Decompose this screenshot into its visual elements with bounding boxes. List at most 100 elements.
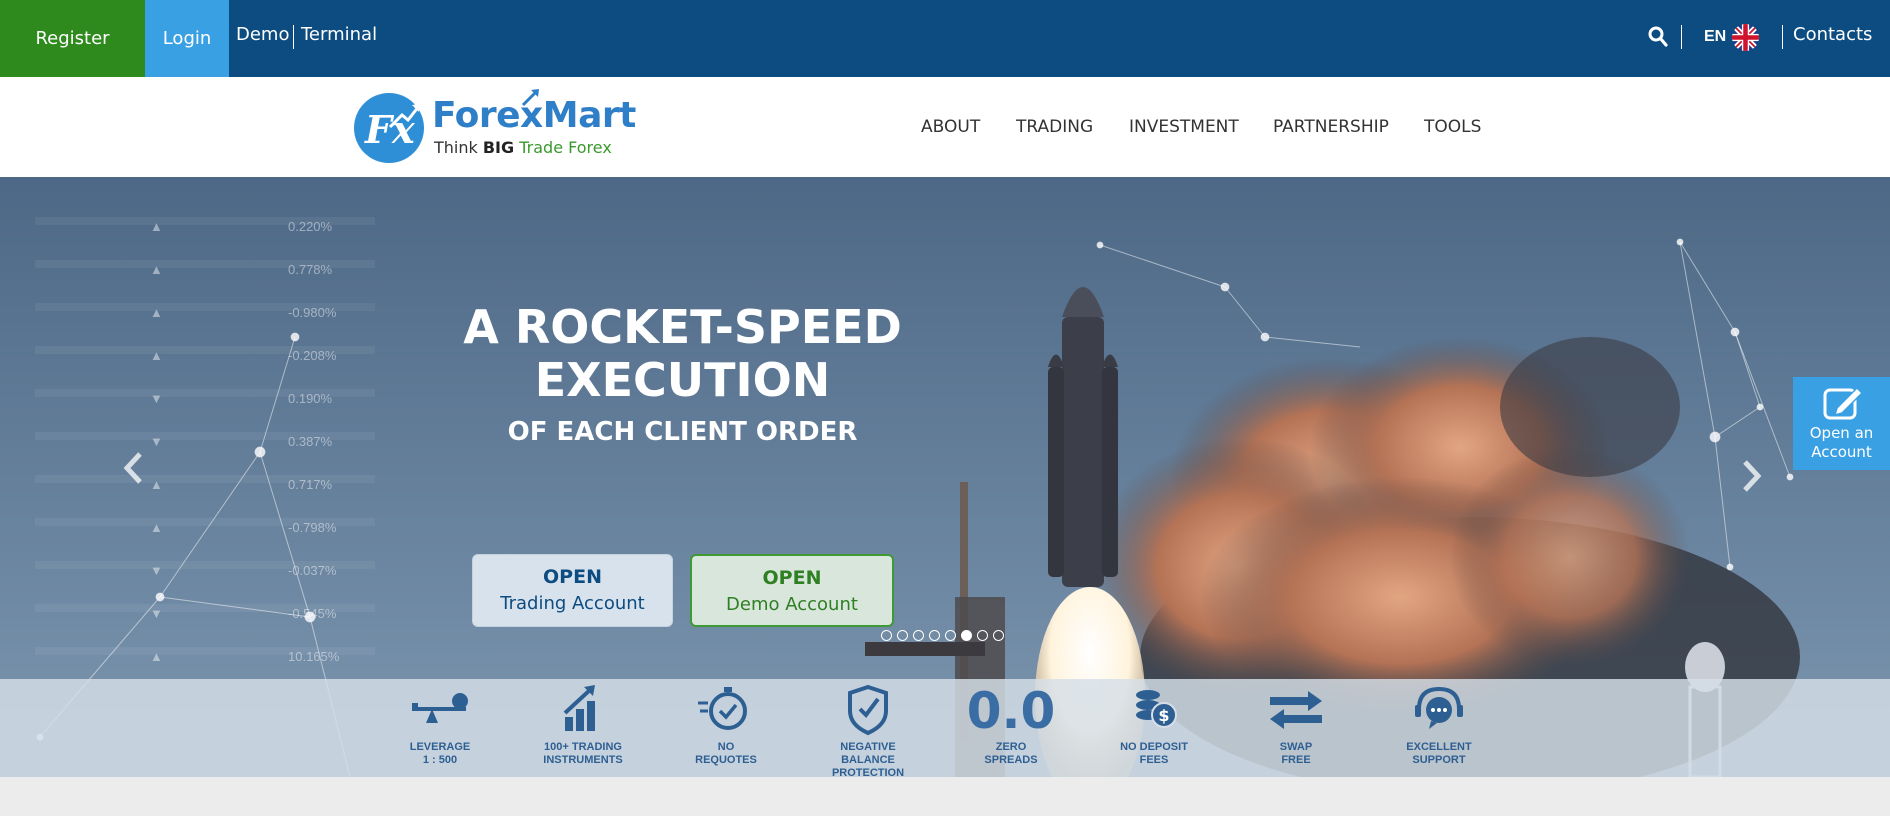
slider-dot[interactable] <box>993 630 1004 641</box>
arrow-up-icon: ▲ <box>150 477 163 492</box>
arrow-up-icon: ▲ <box>150 649 163 664</box>
feature-deposit-fees-line2: FEES <box>1139 754 1169 766</box>
open-account-sidetab[interactable]: Open an Account <box>1793 377 1890 470</box>
page-below-fold <box>0 777 1890 816</box>
feature-negative-balance-line1: NEGATIVE BALANCE <box>840 741 896 766</box>
chevron-right-icon[interactable] <box>1737 456 1767 496</box>
ticker-row: ▼ 0.190% <box>150 391 350 409</box>
open-trading-account-button[interactable]: OPEN Trading Account <box>472 554 673 627</box>
leverage-icon <box>412 693 468 723</box>
arrow-up-icon: ▲ <box>150 219 163 234</box>
chevron-left-icon[interactable] <box>118 448 148 488</box>
topbar-divider <box>293 25 294 49</box>
feature-instruments-line1: 100+ TRADING <box>544 741 622 753</box>
support-chat-icon <box>1415 686 1463 729</box>
login-button[interactable]: Login <box>145 0 229 77</box>
ticker-value: 0.190% <box>288 391 333 406</box>
tagline-big: BIG <box>482 138 515 157</box>
swap-arrows-icon <box>1270 691 1322 729</box>
slider-dot[interactable] <box>897 630 908 641</box>
slider-dot[interactable] <box>913 630 924 641</box>
topbar-divider <box>1681 25 1682 49</box>
search-icon[interactable] <box>1648 26 1668 48</box>
arrow-down-icon: ▼ <box>150 606 163 621</box>
cta-demo-line1: OPEN <box>762 567 822 589</box>
slider-pagination <box>881 630 1004 641</box>
ticker-value: 0.717% <box>288 477 333 492</box>
arrow-up-icon: ▲ <box>150 262 163 277</box>
ticker-row: ▼ 0.387% <box>150 434 350 452</box>
contacts-link[interactable]: Contacts <box>1793 24 1872 45</box>
nav-trading[interactable]: TRADING <box>1016 117 1093 137</box>
svg-text:$: $ <box>1158 706 1169 725</box>
feature-swap-free: SWAP FREE <box>1241 683 1351 775</box>
hero-headline: A ROCKET-SPEED EXECUTION <box>400 301 965 407</box>
nav-investment[interactable]: INVESTMENT <box>1129 117 1239 137</box>
feature-zero-spreads: 0.0 ZERO SPREADS <box>956 683 1066 775</box>
slider-dot[interactable] <box>961 630 972 641</box>
ticker-value: -0.980% <box>288 305 337 320</box>
feature-leverage-label: LEVERAGE 1 : 500 <box>385 741 495 767</box>
feature-negative-balance-label: NEGATIVE BALANCE PROTECTION <box>813 741 923 780</box>
hero-headline-line1: A ROCKET-SPEED <box>463 300 902 354</box>
coins-icon: $ <box>1136 690 1177 728</box>
slider-dot[interactable] <box>929 630 940 641</box>
feature-support-line1: EXCELLENT <box>1406 741 1472 753</box>
ticker-value: 0.387% <box>288 434 333 449</box>
feature-swap-free-label: SWAP FREE <box>1241 741 1351 767</box>
edit-icon <box>1823 386 1863 420</box>
topbar-divider <box>1782 25 1783 49</box>
nav-tools[interactable]: TOOLS <box>1424 117 1481 137</box>
ticker-row: ▼ -0.037% <box>150 563 350 581</box>
feature-instruments: 100+ TRADING INSTRUMENTS <box>528 683 638 775</box>
tagline-trade-forex: Trade Forex <box>519 138 612 157</box>
trading-instruments-icon <box>563 685 595 731</box>
feature-instruments-line2: INSTRUMENTS <box>543 754 623 766</box>
arrow-up-icon: ▲ <box>150 305 163 320</box>
tagline-think: Think <box>434 138 478 157</box>
ticker-value: -0.545% <box>288 606 337 621</box>
ticker-value: -0.208% <box>288 348 337 363</box>
ticker-row: ▼ -0.545% <box>150 606 350 624</box>
feature-deposit-fees: $ NO DEPOSIT FEES <box>1099 683 1209 775</box>
ticker-value: 0.778% <box>288 262 333 277</box>
ticker-row: ▲ -0.980% <box>150 305 350 323</box>
nav-partnership[interactable]: PARTNERSHIP <box>1273 117 1389 137</box>
feature-leverage-line2: 1 : 500 <box>422 754 458 766</box>
cta-demo-line2: Demo Account <box>726 594 858 615</box>
shield-icon <box>848 684 888 736</box>
open-demo-account-button[interactable]: OPEN Demo Account <box>690 554 894 627</box>
language-selector[interactable]: EN <box>1704 21 1760 53</box>
slider-dot[interactable] <box>977 630 988 641</box>
feature-deposit-fees-line1: NO DEPOSIT <box>1120 741 1188 753</box>
demo-link[interactable]: Demo <box>236 24 289 45</box>
hero-subheadline: OF EACH CLIENT ORDER <box>507 417 858 447</box>
logo-arrow-icon <box>388 104 421 129</box>
ticker-row: ▲ 0.778% <box>150 262 350 280</box>
feature-zero-spreads-line2: SPREADS <box>984 754 1038 766</box>
ticker-value: -0.798% <box>288 520 337 535</box>
ticker-row: ▲ 0.717% <box>150 477 350 495</box>
feature-zero-spreads-line1: ZERO <box>995 741 1027 753</box>
top-bar: Register Login Demo Terminal EN Contacts <box>0 0 1890 77</box>
register-button[interactable]: Register <box>0 0 145 77</box>
feature-support-label: EXCELLENT SUPPORT <box>1384 741 1494 767</box>
feature-requotes: NO REQUOTES <box>671 683 781 775</box>
uk-flag-icon <box>1732 23 1760 51</box>
features-strip: LEVERAGE 1 : 500 100+ TRADING INSTRUMENT… <box>0 679 1890 780</box>
feature-zero-spreads-label: ZERO SPREADS <box>956 741 1066 767</box>
cta-trading-line2: Trading Account <box>500 593 645 614</box>
terminal-link[interactable]: Terminal <box>301 24 377 45</box>
ticker-row: ▲ -0.208% <box>150 348 350 366</box>
slider-dot[interactable] <box>945 630 956 641</box>
arrow-up-icon: ▲ <box>150 348 163 363</box>
open-account-line1: Open an <box>1809 424 1874 442</box>
logo-name-arrow-icon <box>521 89 539 107</box>
feature-requotes-line1: NO <box>717 741 735 753</box>
feature-leverage: LEVERAGE 1 : 500 <box>385 683 495 775</box>
ticker-row: ▲ 0.220% <box>150 219 350 237</box>
open-account-line2: Account <box>1811 443 1872 461</box>
forexmart-logo[interactable]: Fx ForexMart Think BIG Trade Forex <box>354 89 636 165</box>
nav-about[interactable]: ABOUT <box>921 117 980 137</box>
slider-dot[interactable] <box>881 630 892 641</box>
